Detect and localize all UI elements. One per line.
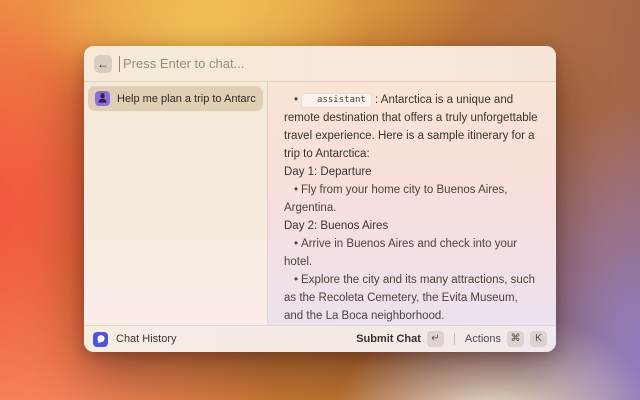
chat-transcript[interactable]: • assistant : Antarctica is a unique and … <box>268 82 556 325</box>
window-body: Help me plan a trip to Antarctica •assis… <box>84 82 556 325</box>
app-logo-icon <box>93 331 108 347</box>
trip-chat-icon <box>95 91 110 106</box>
footer-divider <box>453 333 455 345</box>
bullet-marker: • <box>294 238 299 250</box>
chat-input-bar: ← Press Enter to chat... <box>84 46 556 82</box>
itinerary-bullet: • Explore the city and its many attractio… <box>284 274 535 322</box>
enter-keycap[interactable]: ↵ <box>426 331 444 347</box>
itinerary-bullet: • Arrive in Buenos Aires and check into y… <box>284 238 518 268</box>
cmd-keycap[interactable]: ⌘ <box>507 331 524 347</box>
role-badge: assistant <box>301 93 372 108</box>
footer-actions: Submit Chat ↵ Actions ⌘ K <box>356 331 547 347</box>
assistant-message: • assistant : Antarctica is a unique and … <box>284 91 538 163</box>
day-heading: Day 1: Departure <box>284 166 372 178</box>
itinerary-blocks: Day 1: Departure • Fly from your home city… <box>284 163 538 325</box>
k-keycap[interactable]: K <box>530 331 547 347</box>
chat-input-placeholder[interactable]: Press Enter to chat... <box>123 56 244 71</box>
bullet-marker: • <box>294 94 299 106</box>
text-caret <box>119 55 120 72</box>
bullet-marker: • <box>294 274 299 286</box>
sidebar-item-label: Help me plan a trip to Antarctica <box>117 92 256 105</box>
itinerary-bullet: • Fly from your home city to Buenos Aires… <box>284 184 508 214</box>
day-heading: Day 2: Buenos Aires <box>284 220 389 232</box>
bullet-marker: • <box>294 184 299 196</box>
chat-history-label: Chat History <box>116 333 177 345</box>
actions-button[interactable]: Actions <box>465 333 501 345</box>
back-arrow-icon: ← <box>97 56 109 71</box>
chat-window: ← Press Enter to chat... Help me plan a … <box>84 46 556 352</box>
status-bar: Chat History Submit Chat ↵ Actions ⌘ K <box>84 325 556 352</box>
submit-chat-button[interactable]: Submit Chat <box>356 333 421 345</box>
chat-history-button[interactable]: Chat History <box>93 331 177 347</box>
chat-sidebar: Help me plan a trip to Antarctica <box>84 82 268 325</box>
sidebar-item-trip-chat[interactable]: Help me plan a trip to Antarctica <box>88 86 263 111</box>
back-button[interactable]: ← <box>94 54 112 73</box>
